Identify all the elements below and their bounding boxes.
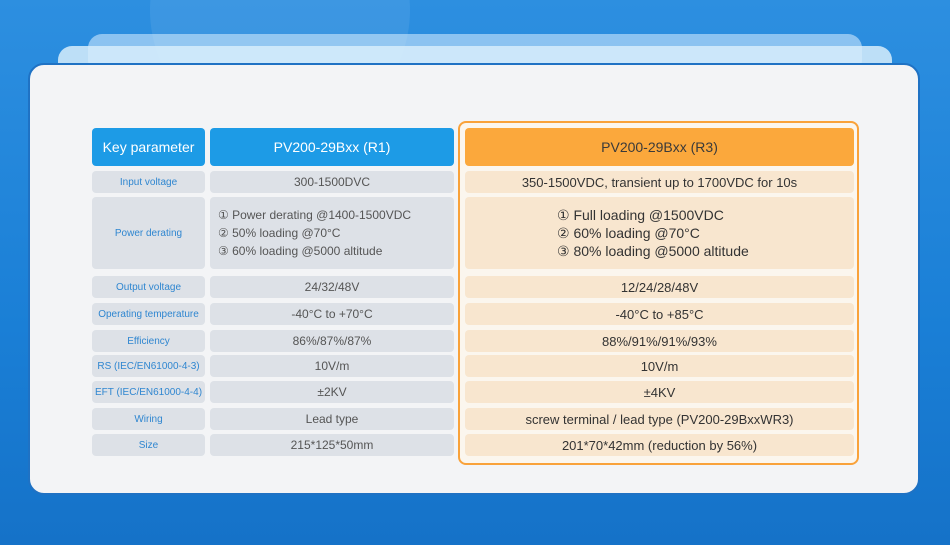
r1-size: 215*125*50mm [210, 434, 454, 456]
r3-power-derating: ① Full loading @1500VDC ② 60% loading @7… [465, 197, 854, 269]
row-label-operating-temperature: Operating temperature [92, 303, 205, 325]
r3-wiring: screw terminal / lead type (PV200-29BxxW… [465, 408, 854, 430]
r3-operating-temperature: -40°C to +85°C [465, 303, 854, 325]
r3-power-derating-line-3: ③ 80% loading @5000 altitude [557, 243, 749, 259]
r1-power-derating-line-3: ③ 60% loading @5000 altitude [218, 244, 383, 258]
row-label-size: Size [92, 434, 205, 456]
header-r1: PV200-29Bxx (R1) [210, 128, 454, 166]
r3-input-voltage: 350-1500VDC, transient up to 1700VDC for… [465, 171, 854, 193]
r3-size: 201*70*42mm (reduction by 56%) [465, 434, 854, 456]
row-label-eft: EFT (IEC/EN61000-4-4) [92, 381, 205, 403]
row-label-power-derating: Power derating [92, 197, 205, 269]
r3-power-derating-line-1: ① Full loading @1500VDC [557, 207, 724, 223]
r3-power-derating-line-2: ② 60% loading @70°C [557, 225, 700, 241]
r1-power-derating-line-2: ② 50% loading @70°C [218, 226, 341, 240]
r1-operating-temperature: -40°C to +70°C [210, 303, 454, 325]
r1-efficiency: 86%/87%/87% [210, 330, 454, 352]
header-r3: PV200-29Bxx (R3) [465, 128, 854, 166]
row-label-efficiency: Efficiency [92, 330, 205, 352]
r3-efficiency: 88%/91%/91%/93% [465, 330, 854, 352]
r1-rs: 10V/m [210, 355, 454, 377]
r1-power-derating-line-1: ① Power derating @1400-1500VDC [218, 208, 412, 222]
r3-rs: 10V/m [465, 355, 854, 377]
header-key-parameter: Key parameter [92, 128, 205, 166]
row-label-rs: RS (IEC/EN61000-4-3) [92, 355, 205, 377]
r1-output-voltage: 24/32/48V [210, 276, 454, 298]
row-label-input-voltage: Input voltage [92, 171, 205, 193]
r1-input-voltage: 300-1500DVC [210, 171, 454, 193]
r1-eft: ±2KV [210, 381, 454, 403]
r3-eft: ±4KV [465, 381, 854, 403]
row-label-output-voltage: Output voltage [92, 276, 205, 298]
r1-wiring: Lead type [210, 408, 454, 430]
r1-power-derating: ① Power derating @1400-1500VDC ② 50% loa… [210, 197, 454, 269]
r3-output-voltage: 12/24/28/48V [465, 276, 854, 298]
row-label-wiring: Wiring [92, 408, 205, 430]
